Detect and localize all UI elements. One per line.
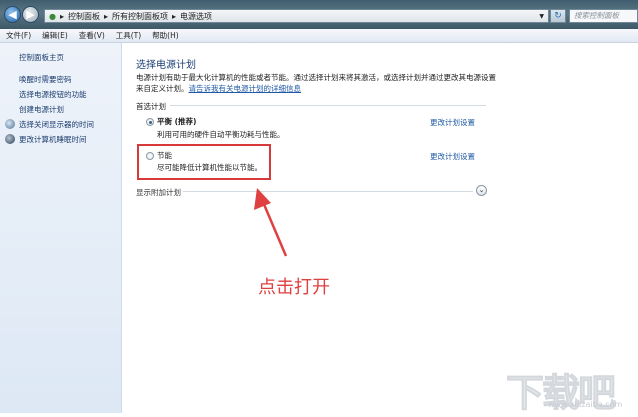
watermark-url: www.xiazaiba.com	[548, 400, 623, 409]
arrow-head	[254, 188, 271, 210]
annotation-arrow	[254, 188, 288, 257]
annotation-text: 点击打开	[258, 277, 330, 298]
arrow-shaft	[261, 201, 288, 257]
